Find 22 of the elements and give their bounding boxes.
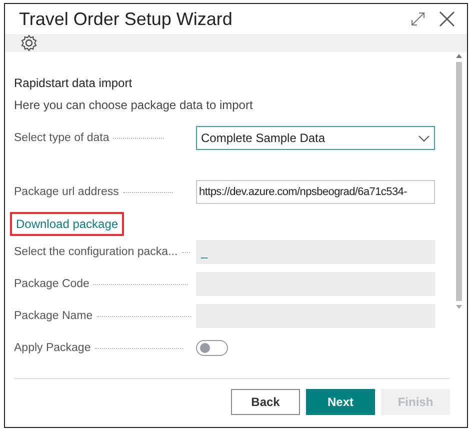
section-title: Rapidstart data import bbox=[14, 76, 134, 90]
readonly-field: _ bbox=[196, 240, 435, 264]
close-icon[interactable] bbox=[439, 11, 455, 27]
scroll-down-icon[interactable] bbox=[456, 305, 462, 309]
section-description: Here you can choose package data to import bbox=[14, 98, 254, 112]
type-dropdown[interactable]: Complete Sample Data bbox=[196, 126, 435, 150]
chevron-down-icon bbox=[418, 134, 430, 142]
expand-icon[interactable] bbox=[411, 12, 425, 26]
download-package-link[interactable]: Download package bbox=[10, 212, 124, 236]
next-button[interactable]: Next bbox=[306, 389, 375, 415]
field-label: Package Name bbox=[14, 310, 93, 322]
field-label: Package Code bbox=[14, 278, 90, 290]
url-field[interactable]: https://dev.azure.com/npsbeograd/6a71c534- bbox=[196, 180, 435, 204]
window-title: Travel Order Setup Wizard bbox=[19, 8, 234, 30]
scroll-up-icon[interactable] bbox=[456, 54, 462, 58]
back-button[interactable]: Back bbox=[231, 389, 300, 415]
field-label: Package url address bbox=[14, 186, 119, 198]
field-label: Select the configuration packa... bbox=[14, 246, 178, 258]
gear-icon bbox=[19, 34, 39, 52]
apply-toggle[interactable] bbox=[196, 340, 228, 356]
field-label: Select type of data bbox=[14, 132, 110, 144]
field-label: Apply Package bbox=[14, 342, 91, 354]
